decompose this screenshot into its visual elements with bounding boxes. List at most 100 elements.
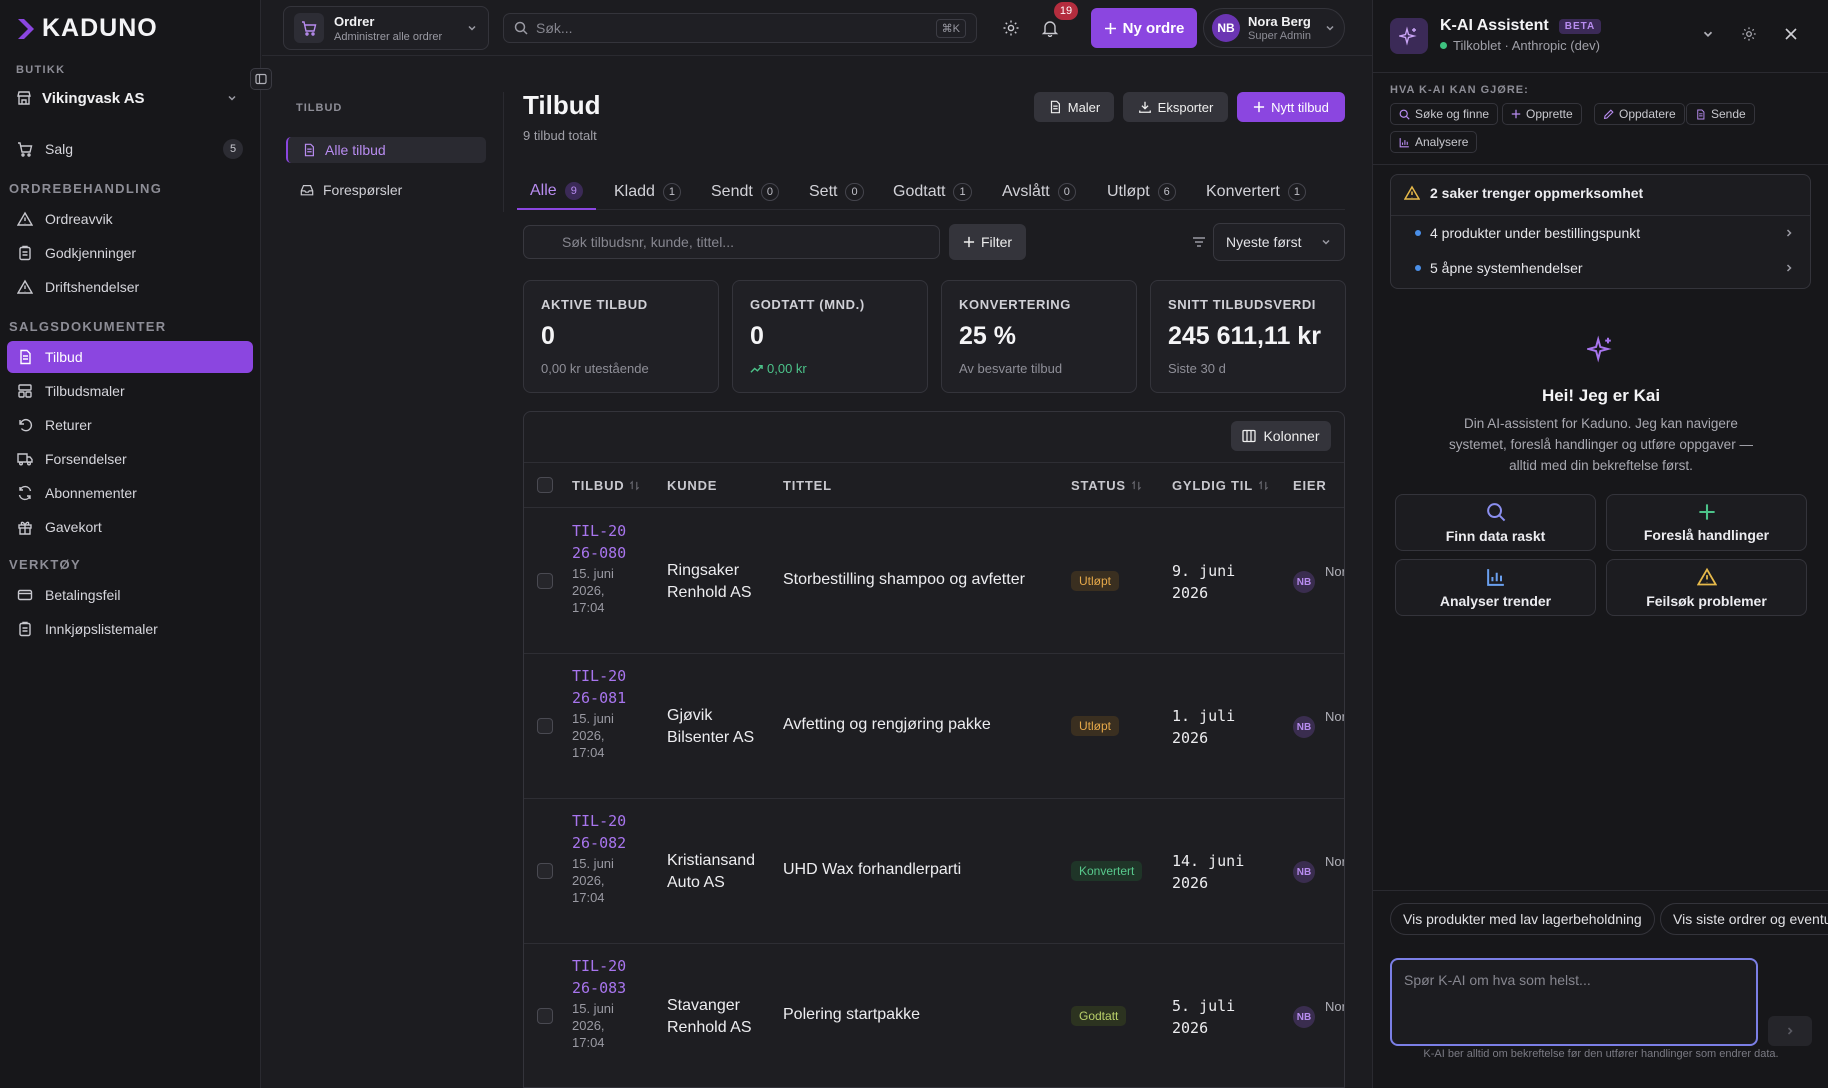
global-search-input[interactable] (536, 20, 928, 36)
select-all-checkbox[interactable] (537, 477, 553, 493)
offer-id-link[interactable]: TIL-2026-081 (572, 665, 632, 709)
tab-label: Alle (530, 182, 557, 199)
settings-button[interactable] (997, 14, 1025, 42)
attention-item-system-events[interactable]: 5 åpne systemhendelser (1415, 260, 1795, 276)
tab-converted[interactable]: Konvertert 1 (1206, 174, 1306, 210)
tab-expired[interactable]: Utløpt 6 (1107, 174, 1176, 210)
capability-update-chip[interactable]: Oppdatere (1594, 103, 1685, 125)
logo[interactable]: KADUNO (16, 14, 158, 43)
divider (1373, 72, 1828, 73)
quick-action-label: Finn data raskt (1445, 527, 1546, 544)
user-menu[interactable]: NB Nora Berg Super Admin (1203, 8, 1345, 48)
sidebar-item-returns[interactable]: Returer (7, 409, 253, 441)
suggestion-chip[interactable]: Vis produkter med lav lagerbeholdning (1390, 903, 1655, 935)
quick-action-suggest[interactable]: Foreslå handlinger (1606, 494, 1807, 551)
table-row[interactable]: TIL-2026-080 15. juni 2026, 17:04 Ringsa… (524, 509, 1344, 654)
sidebar-item-approvals[interactable]: Godkjenninger (7, 237, 253, 269)
capability-analyze-chip[interactable]: Analysere (1390, 131, 1478, 153)
capability-send-chip[interactable]: Sende (1686, 103, 1755, 125)
sort-select[interactable]: Nyeste først (1213, 223, 1345, 261)
column-header-status[interactable]: STATUS (1071, 478, 1142, 493)
stat-sub: Av besvarte tilbud (959, 361, 1063, 376)
table-row[interactable]: TIL-2026-082 15. juni 2026, 17:04 Kristi… (524, 799, 1344, 944)
attention-item-label: 5 åpne systemhendelser (1430, 260, 1583, 276)
tab-declined[interactable]: Avslått 0 (1002, 174, 1076, 210)
offer-search-input[interactable] (562, 234, 939, 250)
sidebar-item-offers[interactable]: Tilbud (7, 341, 253, 373)
sidebar-item-label: Salg (45, 141, 74, 157)
module-subtitle: Administrer alle ordrer (334, 30, 443, 43)
sidebar-item-order-deviations[interactable]: Ordreavvik (7, 203, 253, 235)
tab-accepted[interactable]: Godtatt 1 (893, 174, 972, 210)
column-header-label: EIER (1293, 478, 1327, 493)
capability-label: Sende (1711, 107, 1746, 121)
capability-create-chip[interactable]: Opprette (1502, 103, 1582, 125)
tab-count: 0 (760, 183, 779, 201)
capability-search-chip[interactable]: Søke og finne (1390, 103, 1499, 125)
ai-input-box[interactable] (1390, 958, 1758, 1046)
sidebar-item-sales[interactable]: Salg 5 (7, 133, 253, 165)
stat-value: 0 (750, 322, 764, 350)
sidebar-item-subscriptions[interactable]: Abonnementer (7, 477, 253, 509)
filter-button[interactable]: Filter (949, 224, 1026, 260)
column-header-offer[interactable]: TILBUD (572, 478, 640, 493)
offers-table: Kolonner TILBUD KUNDE TITTEL STATUS GYLD… (523, 411, 1345, 1088)
table-row[interactable]: TIL-2026-083 15. juni 2026, 17:04 Stavan… (524, 944, 1344, 1087)
new-order-label: Ny ordre (1122, 19, 1185, 37)
column-header-label: STATUS (1071, 478, 1126, 493)
suggestion-chip[interactable]: Vis siste ordrer og eventuelle avvik (1660, 903, 1828, 935)
bullet (1415, 265, 1421, 271)
quick-action-analyze[interactable]: Analyser trender (1395, 559, 1596, 616)
sidebar-item-shipments[interactable]: Forsendelser (7, 443, 253, 475)
new-order-button[interactable]: Ny ordre (1091, 8, 1197, 48)
send-button[interactable] (1768, 1016, 1812, 1046)
shop-name: Vikingvask AS (42, 89, 145, 107)
module-selector[interactable]: Ordrer Administrer alle ordrer (283, 6, 489, 50)
offer-search[interactable] (523, 225, 940, 259)
templates-button[interactable]: Maler (1034, 92, 1114, 122)
section-label-tools: VERKTØY (9, 557, 81, 572)
tab-draft[interactable]: Kladd 1 (614, 174, 682, 210)
quick-action-find-data[interactable]: Finn data raskt (1395, 494, 1596, 551)
tab-count: 6 (1157, 183, 1176, 201)
column-header-valid-until[interactable]: GYLDIG TIL (1172, 478, 1269, 493)
tab-sent[interactable]: Sendt 0 (711, 174, 779, 210)
inbox-icon (300, 185, 314, 196)
ai-close-button[interactable] (1777, 20, 1805, 48)
offer-id-link[interactable]: TIL-2026-083 (572, 955, 632, 999)
sidebar-item-offer-templates[interactable]: Tilbudsmaler (7, 375, 253, 407)
tab-count: 1 (662, 183, 682, 201)
new-offer-button[interactable]: Nytt tilbud (1237, 92, 1345, 122)
ai-settings-button[interactable] (1735, 20, 1763, 48)
sort-direction-button[interactable] (1185, 228, 1213, 256)
sidebar-item-operational-events[interactable]: Driftshendelser (7, 271, 253, 303)
row-checkbox[interactable] (537, 718, 553, 734)
tab-seen[interactable]: Sett 0 (809, 174, 864, 210)
attention-item-low-stock[interactable]: 4 produkter under bestillingspunkt (1415, 225, 1795, 241)
ai-prompt-input[interactable] (1404, 972, 1744, 1032)
sidebar-item-payment-errors[interactable]: Betalingsfeil (7, 579, 253, 611)
row-checkbox[interactable] (537, 1008, 553, 1024)
customer-name: Ringsaker Renhold AS (667, 562, 752, 601)
collapse-sidebar-button[interactable] (250, 68, 272, 90)
sidebar-item-purchase-list-templates[interactable]: Innkjøpslistemaler (7, 613, 253, 645)
shop-selector[interactable]: Vikingvask AS (16, 84, 238, 112)
offer-id-link[interactable]: TIL-2026-080 (572, 520, 632, 564)
columns-button[interactable]: Kolonner (1231, 421, 1331, 451)
export-button[interactable]: Eksporter (1123, 92, 1228, 122)
store-icon (17, 91, 31, 105)
row-checkbox[interactable] (537, 863, 553, 879)
ai-collapse-button[interactable] (1694, 20, 1722, 48)
quick-action-troubleshoot[interactable]: Feilsøk problemer (1606, 559, 1807, 616)
ai-status-wrap: Tilkoblet · Anthropic (dev) (1440, 38, 1600, 53)
tab-all[interactable]: Alle 9 (517, 174, 596, 210)
offer-id-link[interactable]: TIL-2026-082 (572, 810, 632, 854)
global-search[interactable]: ⌘K (503, 13, 977, 43)
table-row[interactable]: TIL-2026-081 15. juni 2026, 17:04 Gjøvik… (524, 654, 1344, 799)
sidebar-item-gift-cards[interactable]: Gavekort (7, 511, 253, 543)
ai-status: Tilkoblet · Anthropic (dev) (1453, 38, 1600, 53)
chevron-down-icon (228, 95, 236, 101)
subnav-item-all-offers[interactable]: Alle tilbud (286, 137, 486, 163)
subnav-item-inquiries[interactable]: Forespørsler (286, 177, 486, 203)
row-checkbox[interactable] (537, 573, 553, 589)
